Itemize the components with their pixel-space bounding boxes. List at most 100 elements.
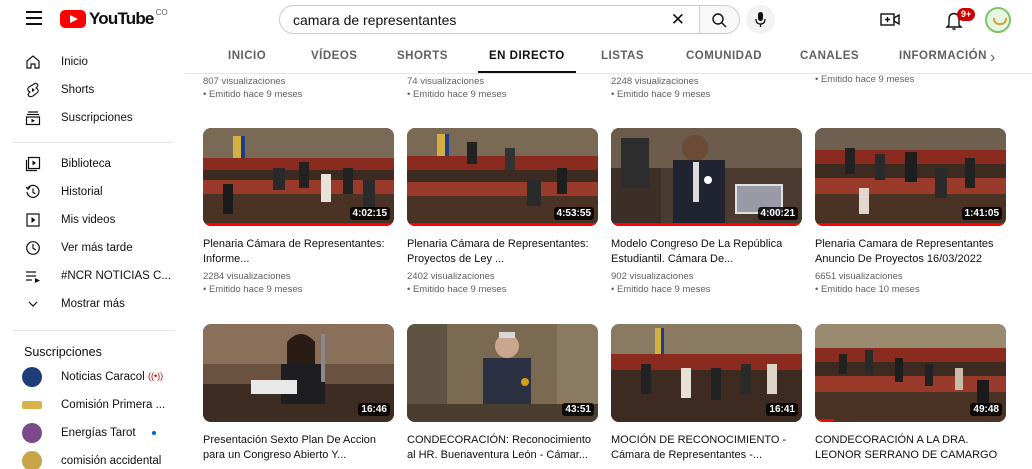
voice-search-button[interactable]	[746, 5, 775, 34]
tab-canales[interactable]: CANALES	[800, 50, 859, 62]
subscription-label: Comisión Primera ...	[61, 399, 166, 411]
country-code: CO	[155, 7, 168, 17]
sidebar-item-label: Inicio	[61, 56, 88, 68]
video-age: • Emitido hace 10 meses	[815, 284, 920, 295]
video-card[interactable]: 807 visualizaciones • Emitido hace 9 mes…	[203, 76, 394, 100]
video-title[interactable]: Presentación Sexto Plan De Accion para u…	[203, 433, 394, 463]
youtube-play-icon	[60, 10, 86, 28]
video-card[interactable]: 4:00:21 Modelo Congreso De La República …	[611, 128, 802, 298]
video-age: • Emitido hace 9 meses	[203, 284, 303, 295]
sidebar-item-biblioteca[interactable]: Biblioteca	[0, 150, 185, 178]
video-title[interactable]: Plenaria Cámara de Representantes: Infor…	[203, 237, 394, 267]
tab-comunidad[interactable]: COMUNIDAD	[686, 50, 762, 62]
sidebar-item-label: Mostrar más	[61, 298, 125, 310]
tab-informacion[interactable]: INFORMACIÓN	[899, 50, 987, 62]
shorts-icon	[24, 81, 42, 99]
video-card[interactable]: 49:48 CONDECORACIÓN A LA DRA. LEONOR SER…	[815, 324, 1006, 464]
history-icon	[24, 183, 42, 201]
sidebar-item-suscripciones[interactable]: Suscripciones	[0, 104, 185, 132]
live-icon: ((•))	[148, 371, 164, 381]
video-thumbnail[interactable]: 4:02:15	[203, 128, 394, 226]
video-card[interactable]: 1:41:05 Plenaria Camara de Representante…	[815, 128, 1006, 298]
sidebar-item-ver-mas-tarde[interactable]: Ver más tarde	[0, 234, 185, 262]
sidebar-item-label: Shorts	[61, 84, 95, 96]
library-icon	[24, 155, 42, 173]
sidebar-item-label: Suscripciones	[61, 112, 133, 124]
tab-shorts[interactable]: SHORTS	[397, 50, 448, 62]
tab-inicio[interactable]: INICIO	[228, 50, 266, 62]
my-videos-icon	[24, 211, 42, 229]
video-title[interactable]: Plenaria Cámara de Representantes: Proye…	[407, 237, 598, 267]
video-duration: 1:41:05	[961, 207, 1002, 220]
channel-tabs: INICIO VÍDEOS SHORTS EN DIRECTO LISTAS C…	[185, 40, 1032, 73]
home-icon	[24, 53, 42, 71]
video-card[interactable]: 16:41 MOCIÓN DE RECONOCIMIENTO - Cámara …	[611, 324, 802, 464]
video-title[interactable]: CONDECORACIÓN: Reconocimiento al HR. Bue…	[407, 433, 598, 463]
video-title[interactable]: MOCIÓN DE RECONOCIMIENTO - Cámara de Rep…	[611, 433, 802, 463]
channel-avatar	[22, 423, 42, 443]
sidebar-item-shorts[interactable]: Shorts	[0, 76, 185, 104]
clear-search-icon[interactable]: ✕	[671, 11, 685, 28]
menu-icon[interactable]	[26, 11, 42, 25]
subscriptions-icon	[24, 109, 42, 127]
video-thumbnail[interactable]: 16:46	[203, 324, 394, 422]
video-duration: 16:46	[358, 403, 390, 416]
video-card[interactable]: 4:02:15 Plenaria Cámara de Representante…	[203, 128, 394, 298]
sidebar-show-more[interactable]: Mostrar más	[0, 290, 185, 318]
chevron-right-icon[interactable]: ›	[990, 49, 995, 67]
tab-videos[interactable]: VÍDEOS	[311, 50, 357, 62]
video-thumbnail[interactable]: 43:51	[407, 324, 598, 422]
video-views: 807 visualizaciones	[203, 76, 286, 87]
video-card[interactable]: 16:46 Presentación Sexto Plan De Accion …	[203, 324, 394, 464]
video-title[interactable]: Modelo Congreso De La República Estudian…	[611, 237, 802, 267]
video-views: 902 visualizaciones	[611, 271, 694, 282]
create-video-button[interactable]	[879, 10, 901, 28]
search-input[interactable]	[293, 11, 653, 28]
subscriptions-heading: Suscripciones	[24, 345, 102, 359]
video-duration: 16:41	[766, 403, 798, 416]
video-card[interactable]: 74 visualizaciones • Emitido hace 9 mese…	[407, 76, 598, 100]
search-button[interactable]	[700, 5, 740, 34]
account-avatar[interactable]	[985, 7, 1011, 33]
sidebar-item-label: Ver más tarde	[61, 242, 133, 254]
sidebar-item-mis-videos[interactable]: Mis videos	[0, 206, 185, 234]
youtube-logo[interactable]: YouTube CO	[60, 7, 168, 29]
subscription-comision-primera[interactable]: Comisión Primera ...	[0, 391, 185, 419]
sidebar-item-playlist[interactable]: #NCR NOTICIAS C...	[0, 262, 185, 290]
subscription-label: Energías Tarot	[61, 427, 136, 439]
sidebar-item-historial[interactable]: Historial	[0, 178, 185, 206]
video-thumbnail[interactable]: 4:00:21	[611, 128, 802, 226]
watch-progress-bar	[611, 223, 802, 226]
notification-badge: 9+	[957, 8, 976, 21]
subscription-label: Noticias Caracol	[61, 371, 145, 383]
video-thumbnail[interactable]: 1:41:05	[815, 128, 1006, 226]
video-age: • Emitido hace 9 meses	[407, 284, 507, 295]
video-card[interactable]: • Emitido hace 9 meses	[815, 74, 1006, 88]
video-title[interactable]: CONDECORACIÓN A LA DRA. LEONOR SERRANO D…	[815, 433, 1006, 463]
video-thumbnail[interactable]: 49:48	[815, 324, 1006, 422]
watch-progress-bar	[407, 223, 598, 226]
video-card[interactable]: 2248 visualizaciones • Emitido hace 9 me…	[611, 76, 802, 100]
video-card[interactable]: 43:51 CONDECORACIÓN: Reconocimiento al H…	[407, 324, 598, 464]
video-age: • Emitido hace 9 meses	[203, 89, 303, 100]
subscription-label: comisión accidental	[61, 455, 162, 467]
sidebar-divider	[12, 330, 174, 331]
video-title[interactable]: Plenaria Camara de Representantes Anunci…	[815, 237, 1006, 267]
video-card[interactable]: 4:53:55 Plenaria Cámara de Representante…	[407, 128, 598, 298]
sidebar-item-inicio[interactable]: Inicio	[0, 48, 185, 76]
channel-avatar	[22, 401, 42, 409]
subscription-comision-accidental[interactable]: comisión accidental	[0, 447, 185, 469]
subscription-energias-tarot[interactable]: Energías Tarot	[0, 419, 185, 447]
video-thumbnail[interactable]: 4:53:55	[407, 128, 598, 226]
subscription-noticias-caracol[interactable]: Noticias Caracol ((•))	[0, 363, 185, 391]
create-video-icon	[880, 13, 900, 26]
playlist-icon	[24, 267, 42, 285]
video-duration: 49:48	[970, 403, 1002, 416]
channel-avatar	[22, 367, 42, 387]
logo-text: YouTube	[89, 9, 154, 28]
video-thumbnail[interactable]: 16:41	[611, 324, 802, 422]
tab-en-directo[interactable]: EN DIRECTO	[489, 50, 565, 62]
tab-listas[interactable]: LISTAS	[601, 50, 644, 62]
video-duration: 4:53:55	[553, 207, 594, 220]
video-age: • Emitido hace 9 meses	[611, 284, 711, 295]
